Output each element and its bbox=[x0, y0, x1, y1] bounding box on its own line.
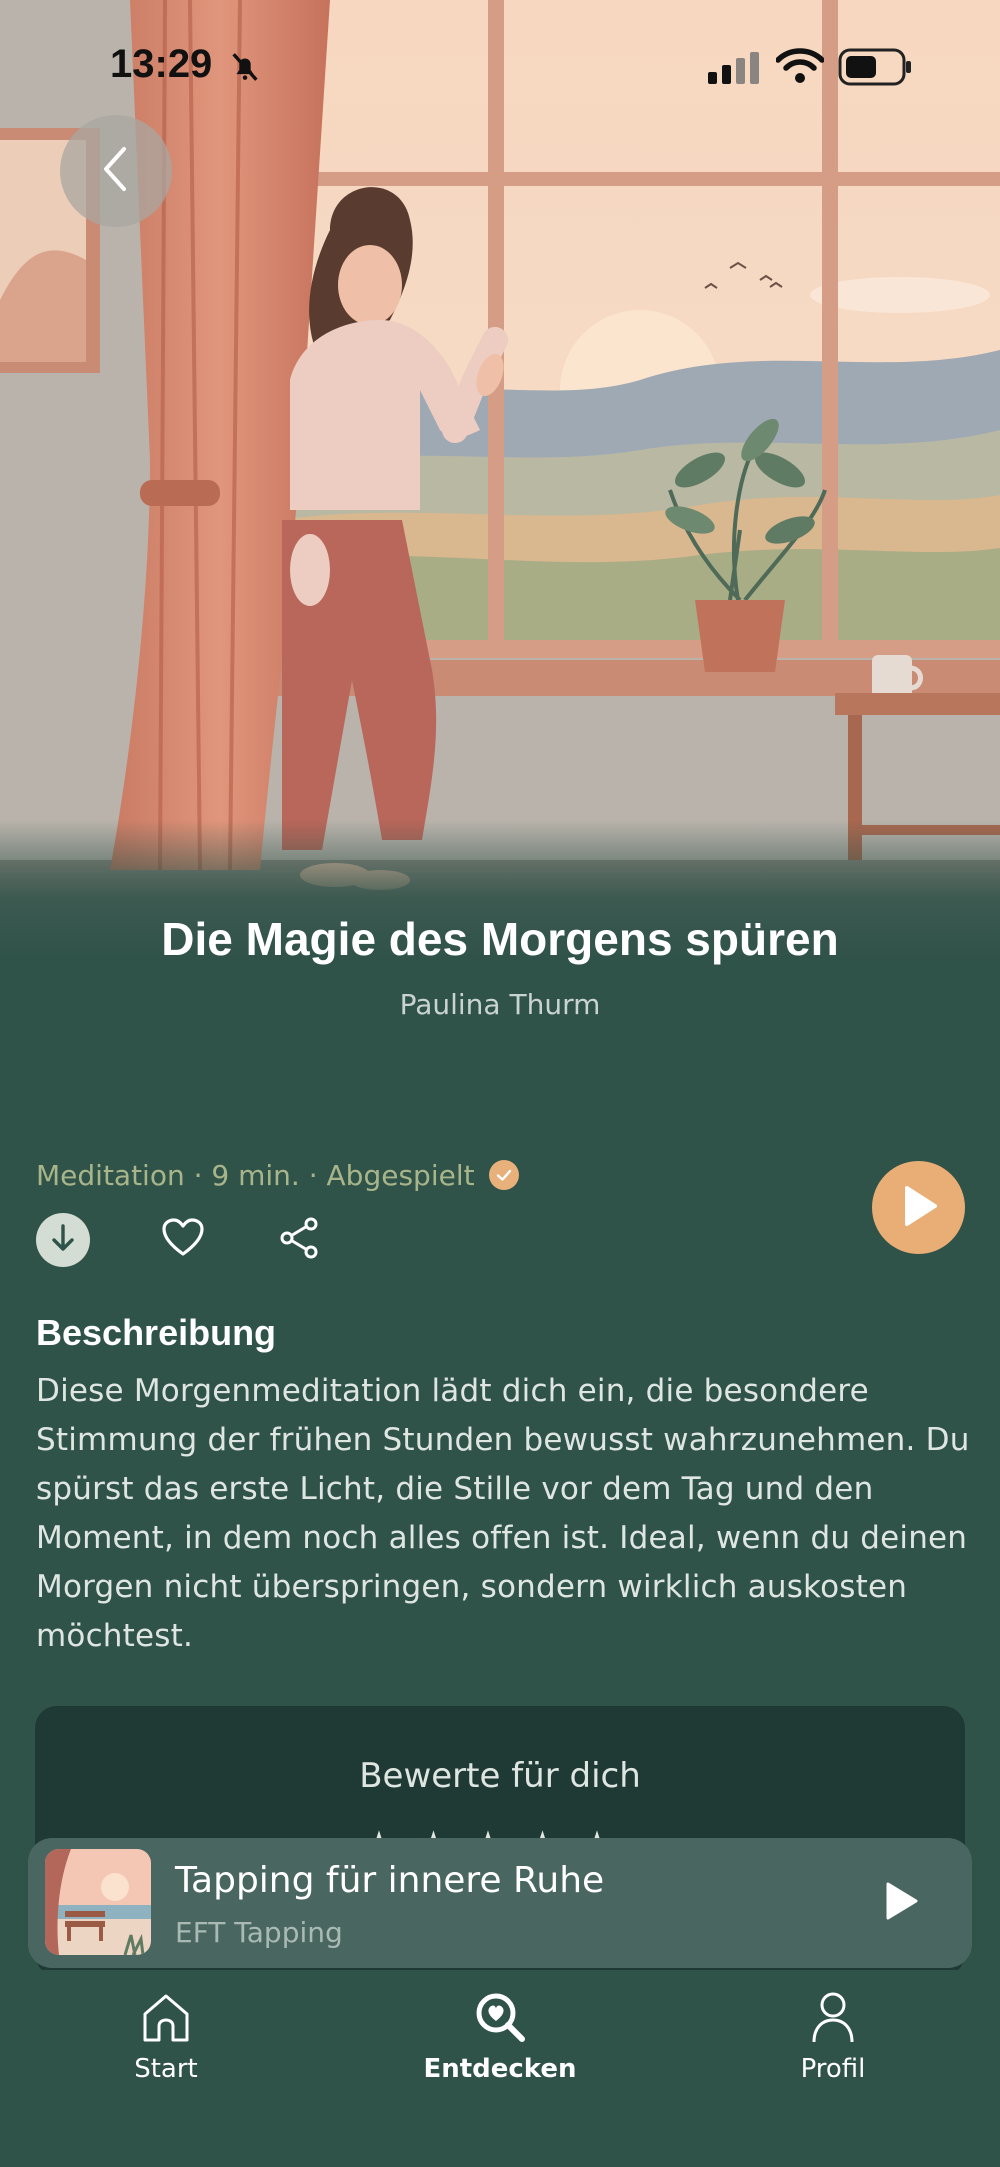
tab-profil[interactable]: Profil bbox=[723, 1986, 943, 2096]
download-icon bbox=[50, 1223, 76, 1257]
person-icon bbox=[723, 1986, 943, 2048]
play-icon bbox=[899, 1184, 939, 1232]
mini-player-artwork bbox=[45, 1849, 151, 1955]
rating-title: Bewerte für dich bbox=[359, 1756, 641, 1796]
status-time: 13:29 bbox=[110, 42, 213, 86]
download-button[interactable] bbox=[36, 1213, 90, 1267]
play-button[interactable] bbox=[872, 1161, 965, 1254]
mini-player-play-button[interactable] bbox=[866, 1868, 936, 1938]
play-icon bbox=[882, 1880, 920, 1926]
discover-search-icon bbox=[390, 1986, 610, 2048]
mini-player-subtitle: EFT Tapping bbox=[175, 1916, 343, 1949]
status-bar: 13:29 bbox=[0, 0, 1000, 130]
author-name: Paulina Thurm bbox=[399, 988, 601, 1021]
heart-icon bbox=[161, 1218, 205, 1262]
home-icon bbox=[56, 1986, 276, 2048]
mini-player[interactable]: Tapping für innere Ruhe EFT Tapping bbox=[28, 1838, 972, 1968]
page-title: Die Magie des Morgens spüren bbox=[161, 913, 839, 965]
share-button[interactable] bbox=[272, 1213, 326, 1267]
track-meta: Meditation · 9 min. · Abgespielt bbox=[36, 1155, 519, 1195]
description-heading: Beschreibung bbox=[36, 1312, 277, 1353]
track-meta-text: Meditation · 9 min. · Abgespielt bbox=[36, 1158, 475, 1192]
bell-muted-icon bbox=[228, 50, 262, 88]
tab-entdecken[interactable]: Entdecken bbox=[390, 1986, 610, 2096]
cellular-signal-icon bbox=[708, 52, 762, 88]
description-text: Diese Morgenmeditation lädt dich ein, di… bbox=[36, 1373, 970, 1654]
tab-bar: Start Entdecken Profil bbox=[0, 1970, 1000, 2167]
battery-icon bbox=[838, 48, 912, 90]
tab-profil-label: Profil bbox=[800, 2054, 866, 2084]
wifi-icon bbox=[775, 48, 825, 88]
tab-start-label: Start bbox=[134, 2054, 198, 2084]
tab-start[interactable]: Start bbox=[56, 1986, 276, 2096]
action-row bbox=[36, 1212, 326, 1268]
chevron-left-icon bbox=[98, 143, 134, 199]
like-button[interactable] bbox=[156, 1213, 210, 1267]
back-button[interactable] bbox=[60, 115, 172, 227]
mini-player-title: Tapping für innere Ruhe bbox=[175, 1860, 605, 1901]
share-icon bbox=[279, 1217, 319, 1263]
played-check-icon bbox=[488, 1160, 519, 1190]
tab-entdecken-label: Entdecken bbox=[423, 2054, 577, 2084]
